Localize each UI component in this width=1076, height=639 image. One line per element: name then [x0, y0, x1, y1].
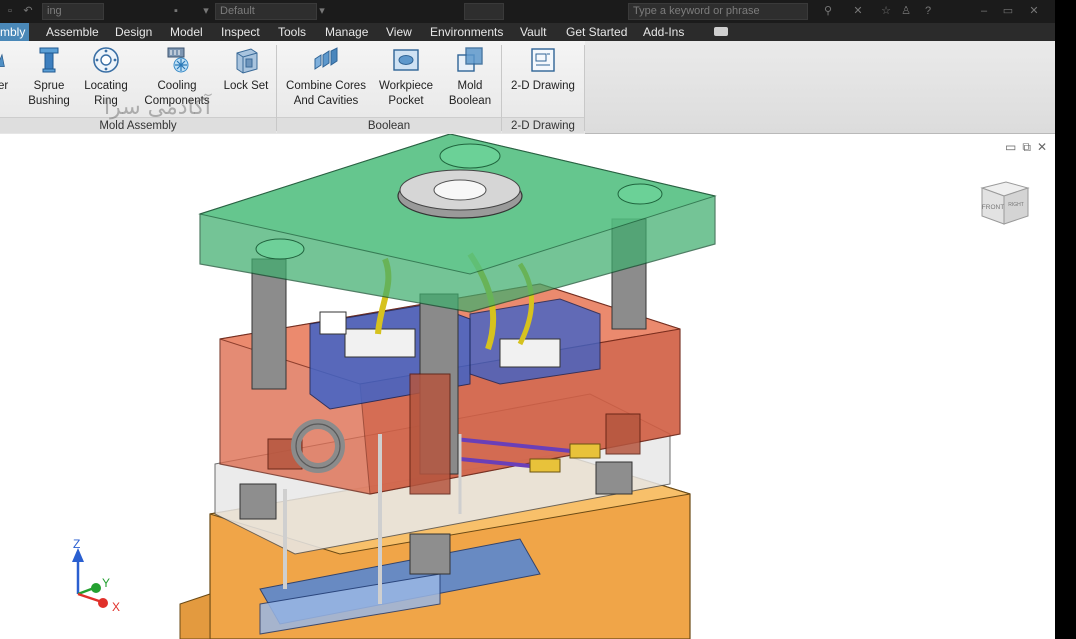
viewcube-front-label: FRONT [982, 204, 1004, 211]
tab-manage[interactable]: Manage [325, 23, 368, 41]
lock-set-button[interactable]: Lock Set [220, 45, 272, 94]
return-pin [409, 373, 451, 495]
axis-z-label: Z [73, 538, 80, 551]
watermark: آکادمی سرا [104, 95, 211, 120]
minimize-icon[interactable]: ▭ [1005, 140, 1016, 154]
axis-y-head [91, 583, 101, 593]
viewport-window-controls: ▭ ⧉ ✕ [999, 140, 1047, 155]
binoculars-icon[interactable]: ⚲ [822, 5, 834, 17]
title-text [464, 3, 504, 20]
tools-icon[interactable]: ✕ [852, 5, 864, 17]
restore-icon[interactable]: ⧉ [1022, 140, 1031, 154]
undo-icon[interactable]: ↶ [22, 5, 34, 17]
tab-view[interactable]: View [386, 23, 412, 41]
locating-ring-hole [433, 179, 487, 201]
sprue-bushing-button[interactable]: Sprue Bushing [26, 45, 72, 109]
return-pin [605, 413, 641, 455]
axis-y-label: Y [102, 576, 110, 590]
axis-x-head [98, 598, 108, 608]
panel-boolean-label[interactable]: Boolean [277, 117, 501, 133]
tab-mold-assembly[interactable]: mbly [0, 23, 30, 41]
workpiece-pocket-button[interactable]: Workpiece Pocket [376, 45, 436, 109]
tab-design[interactable]: Design [115, 23, 152, 41]
tab-environments[interactable]: Environments [430, 23, 503, 41]
graphics-viewport[interactable]: ▭ ⧉ ✕ FRONT RIGHT Z Y X [0, 134, 1055, 639]
tab-model[interactable]: Model [170, 23, 203, 41]
guide-bushing [595, 461, 633, 495]
slide-block-right [499, 338, 561, 368]
close-icon[interactable]: ✕ [1037, 140, 1047, 154]
2d-drawing-button[interactable]: 2-D Drawing [506, 45, 580, 94]
view-cube[interactable]: FRONT RIGHT [976, 178, 1034, 230]
mold-boolean-button[interactable]: Mold Boolean [444, 45, 496, 109]
search-input[interactable]: Type a keyword or phrase [628, 3, 808, 20]
panel-2d-drawing-label[interactable]: 2-D Drawing [502, 117, 584, 133]
chevron-down-icon[interactable]: ▾ [316, 5, 328, 17]
slide-block-small [319, 311, 347, 335]
sprue-bushing-icon [39, 47, 59, 73]
guide-bushing [409, 533, 451, 575]
mold-assembly-model[interactable] [0, 134, 1055, 639]
cooling-fitting [569, 443, 601, 459]
tab-tools[interactable]: Tools [278, 23, 306, 41]
ribbon-tabs: mbly Assemble Design Model Inspect Tools… [0, 23, 1055, 41]
quick-access-field[interactable]: ing [42, 3, 104, 20]
help-icon[interactable]: ? [922, 5, 934, 17]
lock-set-icon [236, 48, 258, 74]
top-boss [439, 143, 501, 169]
star-icon[interactable]: ☆ [880, 5, 892, 17]
user-icon[interactable]: ♙ [900, 5, 912, 17]
tab-vault[interactable]: Vault [520, 23, 546, 41]
tab-add-ins[interactable]: Add-Ins [643, 23, 684, 41]
combine-cores-cavities-button[interactable]: Combine Cores And Cavities [282, 45, 370, 109]
cooling-components-icon [167, 47, 189, 73]
ribbon-toggle-icon[interactable] [714, 27, 728, 36]
top-boss [617, 183, 663, 205]
tab-inspect[interactable]: Inspect [221, 23, 260, 41]
viewcube-right-label: RIGHT [1008, 202, 1024, 208]
drawing-icon [531, 48, 555, 72]
combine-cores-icon [314, 47, 338, 70]
core-cavity-icon [0, 53, 5, 67]
minimize-icon[interactable]: – [978, 5, 990, 17]
top-boss [255, 238, 305, 260]
cooling-fitting [529, 458, 561, 473]
locating-ring-icon [93, 47, 119, 73]
inventor-window: ▫ ↶ ing ▪ ▾ Default ▾ Type a keyword or … [0, 0, 1055, 639]
title-bar: ▫ ↶ ing ▪ ▾ Default ▾ Type a keyword or … [0, 0, 1055, 23]
panel-divider [584, 45, 585, 131]
close-icon[interactable]: ✕ [1028, 5, 1040, 17]
core-cavity-button[interactable]: er [0, 45, 14, 94]
guide-bushing [239, 483, 277, 520]
maximize-icon[interactable]: ▭ [1002, 5, 1014, 17]
tab-assemble[interactable]: Assemble [46, 23, 99, 41]
color-icon[interactable]: ▪ [170, 5, 182, 17]
ribbon: er Sprue Bushing Locating Ring Cooling C… [0, 41, 1055, 134]
base-plate-side [179, 593, 211, 639]
workpiece-pocket-icon [393, 49, 419, 71]
quick-access-icon[interactable]: ▫ [4, 5, 16, 17]
axis-x-label: X [112, 600, 120, 614]
screen-border [1055, 0, 1076, 639]
axis-triad: Z Y X [72, 538, 120, 614]
appearance-dropdown[interactable]: Default [215, 3, 317, 20]
dropdown-icon[interactable]: ▾ [200, 5, 212, 17]
axis-x-line [77, 592, 103, 604]
mold-boolean-icon [457, 47, 483, 72]
tab-get-started[interactable]: Get Started [566, 23, 627, 41]
